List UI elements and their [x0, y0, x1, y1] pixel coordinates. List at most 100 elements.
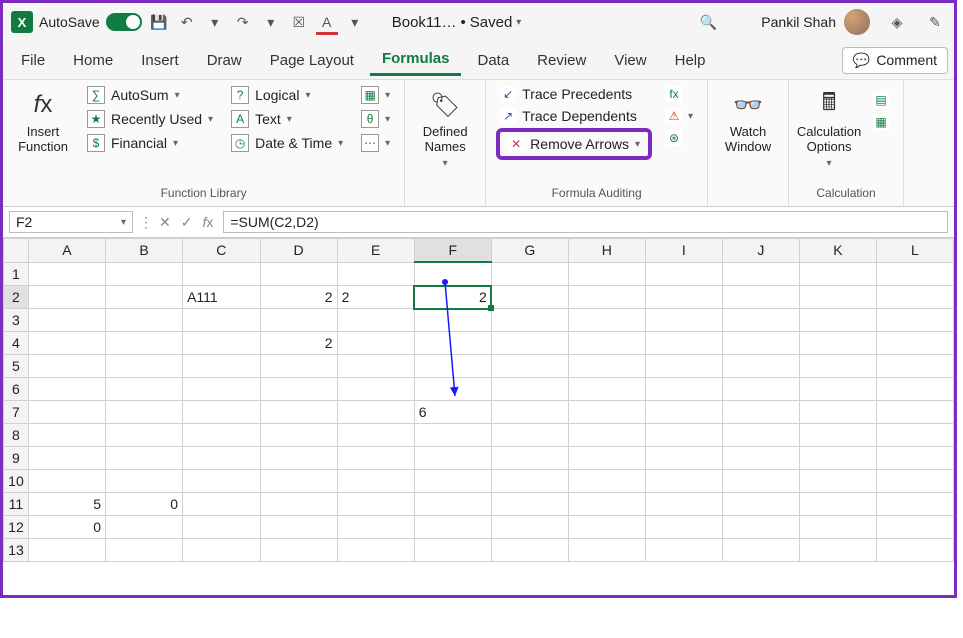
calculation-options-button[interactable]: 🖩 Calculation Options ▾ — [799, 84, 859, 169]
search-icon[interactable]: 🔍 — [697, 11, 719, 33]
enter-icon[interactable]: ✓ — [177, 214, 197, 231]
tab-review[interactable]: Review — [525, 46, 598, 75]
defined-names-button[interactable]: 🏷 Defined Names ▾ — [415, 84, 475, 169]
remove-arrows-highlight: ✕Remove Arrows▾ — [496, 128, 652, 160]
user-account[interactable]: Pankil Shah — [761, 9, 870, 35]
spreadsheet-grid[interactable]: A B C D E F G H I J K L 1 2A111222 3 42 … — [3, 238, 954, 562]
pen-icon[interactable]: ✎ — [924, 11, 946, 33]
error-checking-button[interactable]: ⚠▾ — [662, 106, 697, 126]
col-header[interactable]: F — [414, 239, 491, 263]
chevron-down-icon: ▾ — [516, 17, 521, 28]
column-headers[interactable]: A B C D E F G H I J K L — [4, 239, 954, 263]
star-icon: ★ — [87, 110, 105, 128]
clock-icon: ◷ — [231, 134, 249, 152]
more-functions-button[interactable]: ⋯▾ — [357, 132, 394, 154]
date-time-button[interactable]: ◷Date & Time▾ — [227, 132, 347, 154]
calc-sheet-button[interactable]: ▦ — [869, 112, 893, 132]
row: 9 — [4, 447, 954, 470]
show-formulas-button[interactable]: fx — [662, 84, 697, 104]
col-header[interactable]: I — [645, 239, 722, 263]
tag-icon: 🏷 — [430, 90, 460, 120]
diamond-icon[interactable]: ◈ — [886, 11, 908, 33]
trace-dependents-button[interactable]: ↗Trace Dependents — [496, 106, 652, 126]
cell[interactable]: 6 — [414, 401, 491, 424]
evaluate-formula-button[interactable]: ⊛ — [662, 128, 697, 148]
autosave-label: AutoSave — [39, 14, 100, 30]
undo-dropdown-icon[interactable]: ▾ — [204, 11, 226, 33]
autosum-button[interactable]: ∑AutoSum▾ — [83, 84, 217, 106]
tab-help[interactable]: Help — [663, 46, 718, 75]
cell[interactable]: 2 — [260, 286, 337, 309]
row: 10 — [4, 470, 954, 493]
row: 2A111222 — [4, 286, 954, 309]
cell[interactable]: 2 — [337, 286, 414, 309]
row: 3 — [4, 309, 954, 332]
col-header[interactable]: B — [105, 239, 182, 263]
text-button[interactable]: AText▾ — [227, 108, 347, 130]
formula-input[interactable]: =SUM(C2,D2) — [223, 211, 948, 233]
comment-button[interactable]: 💬 Comment — [842, 47, 948, 74]
save-icon[interactable]: 💾 — [148, 11, 170, 33]
logical-button[interactable]: ?Logical▾ — [227, 84, 347, 106]
document-title[interactable]: Book11… • Saved ▾ — [392, 14, 522, 31]
cancel-icon[interactable]: ✕ — [155, 214, 175, 231]
col-header[interactable]: C — [183, 239, 260, 263]
error-check-icon: ⚠ — [666, 108, 682, 124]
redo-dropdown-icon[interactable]: ▾ — [260, 11, 282, 33]
autosave-toggle[interactable]: AutoSave — [39, 13, 142, 31]
ribbon-tabs: File Home Insert Draw Page Layout Formul… — [3, 41, 954, 80]
tab-draw[interactable]: Draw — [195, 46, 254, 75]
row: 1150 — [4, 493, 954, 516]
financial-button[interactable]: $Financial▾ — [83, 132, 217, 154]
tab-formulas[interactable]: Formulas — [370, 44, 462, 76]
tab-file[interactable]: File — [9, 46, 57, 75]
row: 8 — [4, 424, 954, 447]
group-label-function-library: Function Library — [13, 184, 394, 204]
divider-icon: ⋮ — [139, 214, 153, 231]
cell[interactable]: 0 — [28, 516, 105, 539]
cell[interactable]: A111 — [183, 286, 260, 309]
col-header[interactable]: G — [491, 239, 568, 263]
question-icon: ? — [231, 86, 249, 104]
evaluate-icon: ⊛ — [666, 130, 682, 146]
col-header[interactable]: H — [568, 239, 645, 263]
redo-icon[interactable]: ↷ — [232, 11, 254, 33]
trace-precedents-button[interactable]: ↙Trace Precedents — [496, 84, 652, 104]
show-formulas-icon: fx — [666, 86, 682, 102]
user-name: Pankil Shah — [761, 14, 836, 30]
col-header[interactable]: L — [876, 239, 953, 263]
clear-filter-icon[interactable]: ☒ — [288, 11, 310, 33]
remove-arrows-button[interactable]: ✕Remove Arrows▾ — [506, 134, 642, 154]
math-button[interactable]: θ▾ — [357, 108, 394, 130]
tab-insert[interactable]: Insert — [129, 46, 191, 75]
calc-now-button[interactable]: ▤ — [869, 90, 893, 110]
fx-icon[interactable]: fx — [198, 214, 217, 230]
col-header[interactable]: A — [28, 239, 105, 263]
cell[interactable]: 5 — [28, 493, 105, 516]
col-header[interactable]: J — [722, 239, 799, 263]
toggle-on-icon[interactable] — [106, 13, 142, 31]
tab-home[interactable]: Home — [61, 46, 125, 75]
row: 1 — [4, 262, 954, 286]
col-header[interactable]: K — [799, 239, 876, 263]
remove-arrows-icon: ✕ — [508, 136, 524, 152]
col-header[interactable]: D — [260, 239, 337, 263]
tab-data[interactable]: Data — [465, 46, 521, 75]
cell[interactable]: 2 — [260, 332, 337, 355]
undo-icon[interactable]: ↶ — [176, 11, 198, 33]
tab-page-layout[interactable]: Page Layout — [258, 46, 366, 75]
watch-window-button[interactable]: 👓 Watch Window — [718, 84, 778, 154]
theta-icon: θ — [361, 110, 379, 128]
insert-function-button[interactable]: fx Insert Function — [13, 84, 73, 154]
font-color-dropdown-icon[interactable]: ▾ — [344, 11, 366, 33]
name-box[interactable]: F2 ▾ — [9, 211, 133, 233]
fx-icon: fx — [34, 90, 53, 120]
chevron-down-icon: ▾ — [121, 217, 126, 228]
lookup-button[interactable]: ▦▾ — [357, 84, 394, 106]
col-header[interactable]: E — [337, 239, 414, 263]
cell-selected[interactable]: 2 — [414, 286, 491, 309]
tab-view[interactable]: View — [602, 46, 658, 75]
recently-used-button[interactable]: ★Recently Used▾ — [83, 108, 217, 130]
cell[interactable]: 0 — [105, 493, 182, 516]
font-color-icon[interactable]: A — [316, 11, 338, 33]
